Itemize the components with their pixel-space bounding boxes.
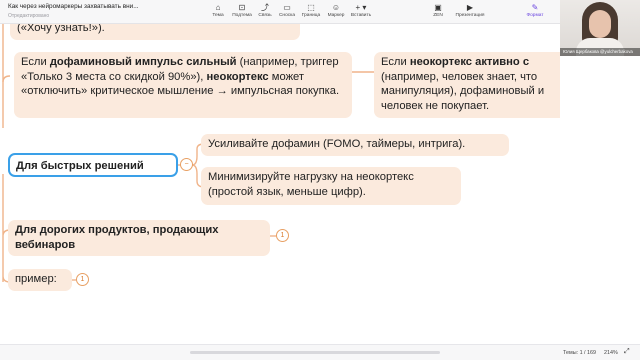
document-title[interactable]: Как через нейромаркеры захватывать вни..… xyxy=(8,3,139,10)
mindmap-canvas[interactable]: («Хочу узнать!»). Если дофаминовый импул… xyxy=(0,24,560,344)
document-status: Отредактировано xyxy=(8,13,50,19)
marker-button[interactable]: ☺ Маркер xyxy=(322,3,350,18)
presentation-button[interactable]: ▶ Презентация xyxy=(453,3,487,18)
format-button[interactable]: ✎ Формат xyxy=(521,3,549,18)
presentation-icon: ▶ xyxy=(466,3,474,12)
webcam-video: Юлия Щербакова @yulcherbakova xyxy=(560,0,640,56)
topics-counter: Темы: 1 / 169 xyxy=(563,350,597,356)
node-top-cut[interactable]: («Хочу узнать!»). xyxy=(10,24,300,40)
expand-icon[interactable]: ⤢ xyxy=(624,348,630,356)
boundary-icon: ⬚ xyxy=(307,3,315,12)
zoom-level[interactable]: 214% xyxy=(604,350,618,356)
collapse-toggle-fast-decisions[interactable]: − xyxy=(180,158,193,171)
format-icon: ✎ xyxy=(531,3,539,12)
node-example[interactable]: пример: xyxy=(8,269,72,291)
node-expensive-products[interactable]: Для дорогих продуктов, продающих вебинар… xyxy=(8,220,270,256)
insert-icon: + ▾ xyxy=(355,3,367,12)
status-bar: Темы: 1 / 169 214% ⤢ xyxy=(0,344,640,360)
node-dopamine-strong[interactable]: Если дофаминовый импульс сильный (наприм… xyxy=(14,52,352,118)
zen-icon: ▣ xyxy=(434,3,442,12)
node-neocortex-active[interactable]: Если неокортекс активно с (например, чел… xyxy=(374,52,560,118)
zen-button[interactable]: ▣ ZEN xyxy=(424,3,452,18)
boundary-button[interactable]: ⬚ Граница xyxy=(297,3,325,18)
insert-button[interactable]: + ▾ Вставить xyxy=(347,3,375,18)
collapsed-count-example[interactable]: 1 xyxy=(76,273,89,286)
collapsed-count-expensive[interactable]: 1 xyxy=(276,229,289,242)
marker-icon: ☺ xyxy=(331,3,341,12)
horizontal-scrollbar[interactable] xyxy=(190,351,440,354)
node-fast-decisions[interactable]: Для быстрых решений xyxy=(8,153,178,177)
node-minimize-neocortex[interactable]: Минимизируйте нагрузку на неокортекс (пр… xyxy=(201,167,461,205)
node-boost-dopamine[interactable]: Усиливайте дофамин (FOMO, таймеры, интри… xyxy=(201,134,509,156)
presenter-caption: Юлия Щербакова @yulcherbakova xyxy=(560,48,640,56)
presenter-face xyxy=(589,10,611,38)
top-toolbar: Как через нейромаркеры захватывать вни..… xyxy=(0,0,560,24)
